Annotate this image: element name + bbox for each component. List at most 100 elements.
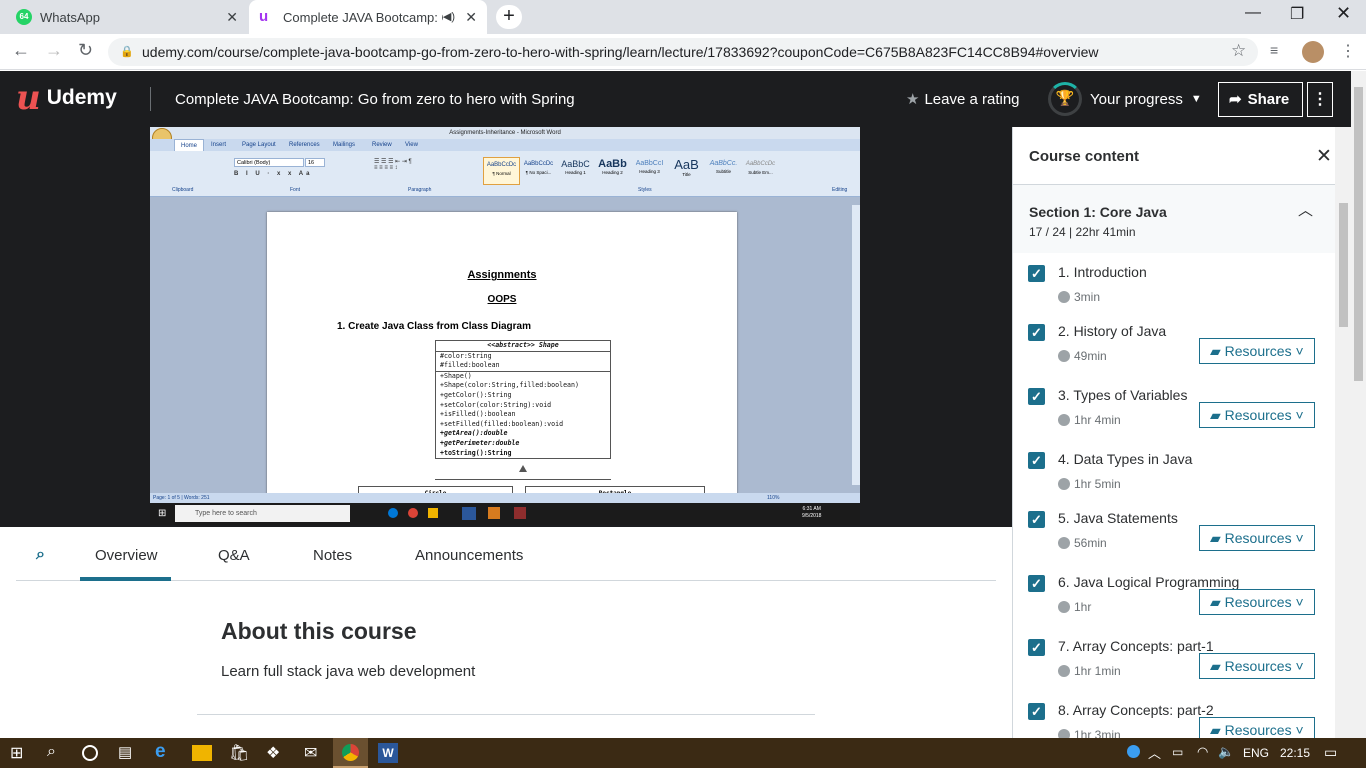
clock[interactable]: 22:15	[1280, 746, 1310, 760]
word-title-bar: Assignments-Inheritance - Microsoft Word	[150, 127, 860, 148]
tab-udemy[interactable]: u Complete JAVA Bootcamp: G ◀) ✕	[249, 0, 487, 34]
udemy-logo[interactable]: u Udemy	[16, 81, 117, 115]
folder-icon: ▰	[1210, 658, 1225, 674]
trophy-icon: 🏆	[1048, 82, 1082, 116]
new-tab-button[interactable]: +	[496, 5, 522, 29]
dropbox-icon[interactable]: ❖	[266, 743, 286, 763]
minimize-icon[interactable]: —	[1245, 4, 1261, 22]
play-icon	[1058, 537, 1070, 549]
search-icon[interactable]: ⌕	[36, 546, 45, 564]
lecture-title[interactable]: 3. Types of Variables	[1058, 387, 1187, 403]
resources-button[interactable]: ▰ Resources ˅	[1199, 525, 1315, 551]
chevron-down-icon: ˅	[1291, 594, 1304, 610]
sidebar-scrollbar[interactable]	[1335, 127, 1351, 738]
lecture-title[interactable]: 6. Java Logical Programming	[1058, 574, 1239, 590]
lecture-title[interactable]: 8. Array Concepts: part-2	[1058, 702, 1214, 718]
tab-overview[interactable]: Overview	[95, 547, 158, 564]
chevron-up-icon: ︿	[1298, 202, 1314, 219]
tab-label: WhatsApp	[40, 9, 100, 25]
resources-button[interactable]: ▰ Resources ˅	[1199, 338, 1315, 364]
volume-icon[interactable]: 🔈	[1218, 744, 1234, 760]
address-bar[interactable]: 🔒 udemy.com/course/complete-java-bootcam…	[108, 38, 1258, 66]
lecture-checkbox[interactable]: ✓	[1028, 452, 1045, 469]
task-view-icon[interactable]: ▤	[118, 743, 138, 763]
reload-icon[interactable]: ↻	[78, 40, 93, 61]
lecture-checkbox[interactable]: ✓	[1028, 703, 1045, 720]
windows-icon: ⊞	[158, 508, 167, 519]
mail-icon[interactable]: ✉	[304, 743, 324, 763]
close-tab-icon[interactable]: ✕	[465, 9, 477, 26]
lecture-title[interactable]: 4. Data Types in Java	[1058, 451, 1192, 467]
language-indicator[interactable]: ENG	[1243, 746, 1269, 760]
course-title[interactable]: Complete JAVA Bootcamp: Go from zero to …	[175, 91, 575, 108]
bookmark-star-icon[interactable]: ☆	[1231, 41, 1246, 61]
folder-icon: ▰	[1210, 407, 1225, 423]
profile-avatar[interactable]	[1302, 41, 1324, 63]
resources-button[interactable]: ▰ Resources ˅	[1199, 589, 1315, 615]
store-icon[interactable]: 🛍	[229, 743, 249, 763]
maximize-icon[interactable]: ❐	[1290, 4, 1304, 24]
help-icon[interactable]	[1127, 745, 1140, 758]
windows-taskbar: ⊞ ⌕ ▤ e 🛍 ❖ ✉ W ︿ ▭ ◠ 🔈 ENG 22:15 ▭	[0, 738, 1366, 768]
start-icon[interactable]: ⊞	[10, 743, 30, 763]
media-control-icon[interactable]: ≡	[1270, 42, 1278, 58]
lecture-title[interactable]: 2. History of Java	[1058, 323, 1166, 339]
browser-toolbar: ← → ↻ 🔒 udemy.com/course/complete-java-b…	[0, 34, 1366, 70]
share-button[interactable]: ➦ Share	[1218, 82, 1303, 117]
lecture-checkbox[interactable]: ✓	[1028, 324, 1045, 341]
chevron-down-icon: ˅	[1291, 722, 1304, 738]
course-content-sidebar: Course content ✕ Section 1: Core Java 17…	[1012, 127, 1351, 738]
play-icon	[1058, 601, 1070, 613]
lecture-title[interactable]: 1. Introduction	[1058, 264, 1147, 280]
inner-taskbar: ⊞ Type here to search 6:31 AM 9/5/2018	[150, 503, 860, 525]
word-icon[interactable]: W	[378, 743, 398, 763]
section-title: Section 1: Core Java	[1029, 204, 1167, 220]
battery-icon: ▭	[1172, 745, 1184, 759]
tab-notes[interactable]: Notes	[313, 547, 352, 564]
star-icon: ★	[906, 91, 920, 108]
folder-icon: ▰	[1210, 594, 1225, 610]
lecture-checkbox[interactable]: ✓	[1028, 511, 1045, 528]
section-meta: 17 / 24 | 22hr 41min	[1029, 225, 1136, 239]
tab-qa[interactable]: Q&A	[218, 547, 250, 564]
resources-button[interactable]: ▰ Resources ˅	[1199, 402, 1315, 428]
chevron-up-icon[interactable]: ︿	[1148, 743, 1161, 762]
close-tab-icon[interactable]: ✕	[226, 9, 238, 26]
resources-button[interactable]: ▰ Resources ˅	[1199, 717, 1315, 738]
edge-icon[interactable]: e	[155, 741, 175, 762]
progress-button[interactable]: 🏆 Your progress ▼	[1048, 82, 1202, 116]
section-header[interactable]: Section 1: Core Java 17 / 24 | 22hr 41mi…	[1013, 185, 1335, 253]
wifi-icon[interactable]: ◠	[1197, 744, 1208, 760]
lecture-title[interactable]: 5. Java Statements	[1058, 510, 1178, 526]
menu-icon[interactable]: ⋮	[1340, 41, 1356, 61]
doc-heading: Assignments	[467, 269, 537, 281]
close-window-icon[interactable]: ✕	[1336, 3, 1351, 24]
forward-icon[interactable]: →	[45, 40, 63, 61]
lecture-duration: 56min	[1058, 536, 1107, 550]
search-icon[interactable]: ⌕	[47, 743, 67, 763]
lecture-checkbox[interactable]: ✓	[1028, 575, 1045, 592]
divider	[197, 714, 815, 715]
file-explorer-icon[interactable]	[192, 745, 212, 761]
play-icon	[1058, 350, 1070, 362]
lecture-checkbox[interactable]: ✓	[1028, 265, 1045, 282]
leave-rating-button[interactable]: ★ Leave a rating	[906, 90, 1020, 108]
lecture-title[interactable]: 7. Array Concepts: part-1	[1058, 638, 1214, 654]
tab-announcements[interactable]: Announcements	[415, 547, 523, 564]
close-icon[interactable]: ✕	[1316, 145, 1332, 168]
more-options-button[interactable]: ⋮	[1307, 82, 1333, 117]
styles-gallery: AaBbCcDc ¶ Normal AaBbCcDc ¶ No Spaci... A…	[483, 157, 783, 185]
lecture-checkbox[interactable]: ✓	[1028, 639, 1045, 656]
chrome-taskbar-button[interactable]	[333, 738, 368, 768]
uml-class-box: <<abstract>> Shape #color:String #filled…	[435, 340, 611, 460]
chevron-down-icon: ˅	[1291, 343, 1304, 359]
page-scrollbar[interactable]	[1351, 71, 1366, 738]
tab-whatsapp[interactable]: 64 WhatsApp ✕	[0, 0, 248, 34]
udemy-favicon-icon: u	[259, 8, 269, 25]
lecture-checkbox[interactable]: ✓	[1028, 388, 1045, 405]
notification-icon[interactable]: ▭	[1324, 744, 1337, 761]
play-icon	[1058, 729, 1070, 738]
resources-button[interactable]: ▰ Resources ˅	[1199, 653, 1315, 679]
cortana-icon[interactable]	[82, 745, 98, 761]
back-icon[interactable]: ←	[12, 40, 30, 61]
